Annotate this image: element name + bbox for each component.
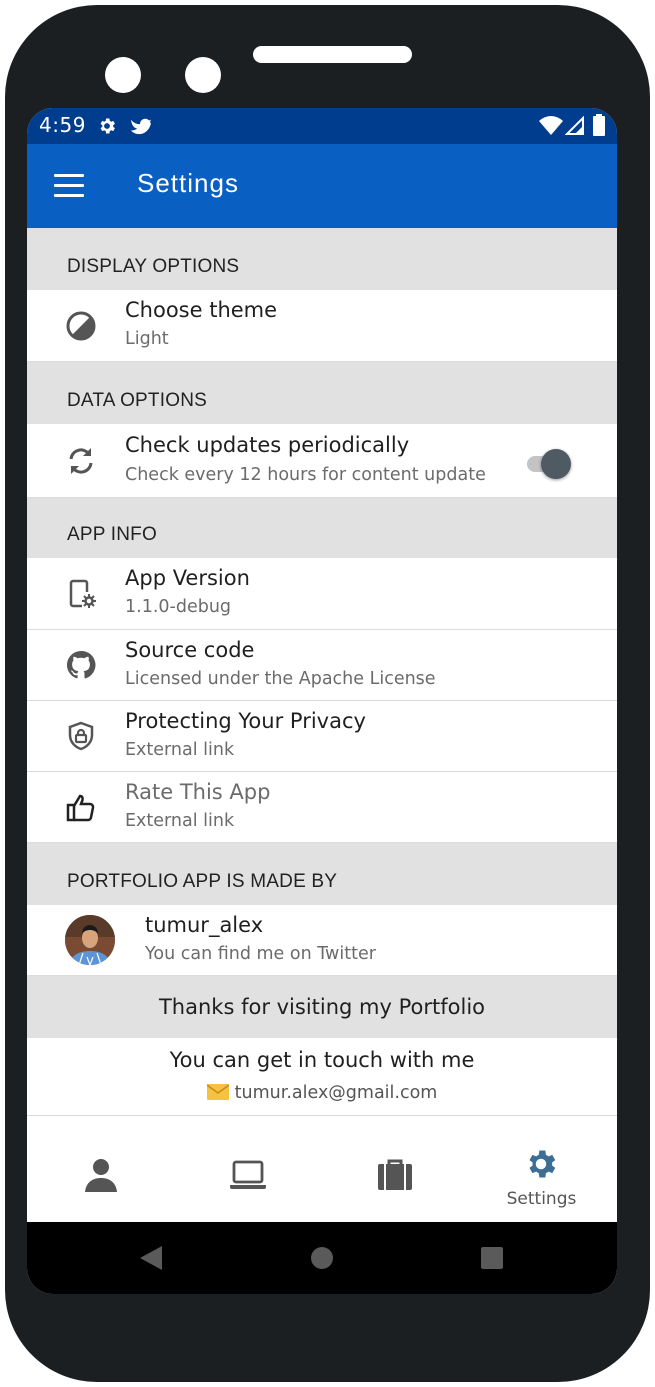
thanks-banner: Thanks for visiting my Portfolio [27,976,617,1038]
app-settings-icon [69,579,96,608]
screen: 4:59 Settings DISPLAY OPTIONS Choose the… [27,108,617,1294]
front-sensor [185,57,221,93]
laptop-icon [230,1160,266,1189]
nav-projects[interactable] [174,1136,321,1222]
avatar [65,915,115,965]
item-title: Source code [125,638,255,662]
shield-lock-icon [68,721,94,751]
nav-profile[interactable] [27,1136,174,1222]
check-updates-item[interactable]: Check updates periodically Check every 1… [27,424,617,498]
gear-icon [529,1150,556,1178]
contact-block: You can get in touch with me tumur.alex@… [27,1038,617,1116]
author-item[interactable]: tumur_alex You can find me on Twitter [27,905,617,976]
privacy-item[interactable]: Protecting Your Privacy External link [27,701,617,772]
earpiece-speaker [253,46,412,63]
recents-icon[interactable] [481,1247,503,1269]
item-title: Protecting Your Privacy [125,709,366,733]
briefcase-icon [378,1159,412,1190]
home-icon[interactable] [311,1247,333,1269]
app-version-item[interactable]: App Version 1.1.0-debug [27,558,617,630]
section-made-by: PORTFOLIO APP IS MADE BY [27,843,617,905]
author-name: tumur_alex [145,913,264,937]
choose-theme-item[interactable]: Choose theme Light [27,290,617,362]
envelope-icon [206,1084,230,1100]
item-title: Check updates periodically [125,433,410,457]
contact-email[interactable]: tumur.alex@gmail.com [235,1083,438,1103]
item-subtitle: Licensed under the Apache License [125,669,436,689]
nav-experience[interactable] [321,1136,468,1222]
menu-icon[interactable] [54,174,84,198]
status-time: 4:59 [39,113,86,137]
item-subtitle: External link [125,740,235,760]
person-icon [85,1159,117,1192]
battery-icon [593,114,605,136]
section-header: PORTFOLIO APP IS MADE BY [67,871,338,892]
thumbs-up-icon [66,794,95,822]
item-subtitle: External link [125,811,235,831]
contact-heading: You can get in touch with me [169,1048,475,1072]
section-data-options: DATA OPTIONS [27,362,617,424]
page-title: Settings [137,168,239,198]
section-header: DATA OPTIONS [67,390,207,411]
update-toggle[interactable] [525,446,575,480]
nav-label-settings: Settings [506,1189,577,1209]
theme-contrast-icon [66,311,96,340]
wifi-icon [539,116,563,135]
item-subtitle: 1.1.0-debug [125,597,232,617]
status-bar: 4:59 [27,108,617,144]
author-subtitle: You can find me on Twitter [145,944,376,964]
section-header: DISPLAY OPTIONS [67,256,240,277]
back-icon[interactable] [140,1246,162,1270]
section-app-info: APP INFO [27,498,617,558]
front-camera [105,57,141,93]
github-icon [66,650,96,679]
contact-email-row[interactable]: tumur.alex@gmail.com [27,1083,617,1103]
section-header: APP INFO [67,524,157,545]
source-code-item[interactable]: Source code Licensed under the Apache Li… [27,630,617,701]
section-display-options: DISPLAY OPTIONS [27,228,617,290]
item-title: Choose theme [125,298,278,322]
app-bar: Settings [27,144,617,228]
signal-icon [565,116,584,135]
item-title: Rate This App [125,780,271,804]
gear-icon [100,118,115,134]
item-subtitle: Check every 12 hours for content update [125,465,486,485]
bird-icon [130,118,151,135]
rate-app-item[interactable]: Rate This App External link [27,772,617,843]
nav-settings[interactable]: Settings [468,1136,615,1222]
bottom-navigation: Settings [27,1136,617,1222]
toggle-thumb [541,449,571,479]
item-subtitle: Light [125,329,169,349]
item-title: App Version [125,566,250,590]
system-navigation-bar [27,1222,617,1294]
sync-icon [69,447,93,474]
